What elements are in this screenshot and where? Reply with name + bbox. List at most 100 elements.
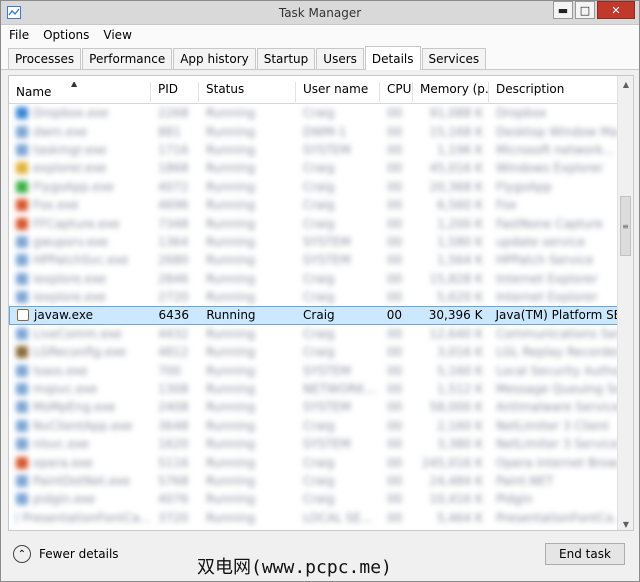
table-row[interactable]: iexplore.exe 2846 Running Craig 00 15,828 K In… bbox=[9, 270, 619, 288]
cell-pid: 2720 bbox=[151, 290, 199, 304]
table-row[interactable]: Fox.exe 4696 Running Craig 00 6,560 K Fox bbox=[9, 196, 619, 214]
tab-users[interactable]: Users bbox=[316, 48, 364, 69]
cell-text: 5,620 K bbox=[436, 290, 483, 305]
table-row[interactable]: FlygoApp.exe 4072 Running Craig 00 20,368 K Fl… bbox=[9, 178, 619, 196]
scroll-thumb[interactable]: ≡ bbox=[620, 196, 631, 256]
column-name[interactable]: Name ▲ bbox=[9, 82, 151, 102]
column-pid[interactable]: PID bbox=[151, 82, 199, 102]
table-row[interactable]: dwm.exe 881 Running DWM-1 00 15,168 K Desktop … bbox=[9, 122, 619, 140]
cell-text: SYSTEM bbox=[303, 142, 351, 157]
table-row[interactable]: nlsvc.exe 1620 Running SYSTEM 00 3,380 K NetLi… bbox=[9, 435, 619, 453]
cell-mem: 2,160 K bbox=[413, 419, 489, 433]
table-row[interactable]: taskmgr.exe 1716 Running SYSTEM 00 1,196 K Mic… bbox=[9, 141, 619, 159]
cell-text: explorer.exe bbox=[33, 161, 107, 176]
tab-details[interactable]: Details bbox=[364, 46, 421, 70]
table-row[interactable]: NvClientApp.exe 3648 Running Craig 00 2,160 K… bbox=[9, 417, 619, 435]
table-row[interactable]: HPPatchSvc.exe 2680 Running SYSTEM 00 1,564 K… bbox=[9, 251, 619, 269]
cell-user: Craig bbox=[296, 272, 380, 286]
cell-user: SYSTEM bbox=[296, 400, 380, 414]
table-row[interactable]: lsass.exe 700 Running SYSTEM 00 5,160 K Local … bbox=[9, 361, 619, 379]
end-task-button[interactable]: End task bbox=[545, 543, 625, 565]
cell-text: 00 bbox=[387, 345, 403, 360]
cell-text: 00 bbox=[386, 308, 403, 323]
table-row[interactable]: LiveComm.exe 4432 Running Craig 00 12,640 K Co… bbox=[9, 325, 619, 343]
cell-pid: 3720 bbox=[151, 511, 199, 525]
cell-pid: 6436 bbox=[152, 308, 200, 322]
process-icon bbox=[16, 364, 28, 377]
tab-performance[interactable]: Performance bbox=[82, 48, 173, 69]
cell-text: Craig bbox=[303, 308, 335, 323]
cell-cpu: 00 bbox=[380, 217, 413, 231]
scroll-up-arrow-icon[interactable]: ▲ bbox=[618, 76, 633, 92]
cell-text: Running bbox=[206, 234, 256, 249]
cell-text: 58,000 K bbox=[429, 400, 483, 415]
cell-desc: Communications Ser... bbox=[489, 327, 619, 341]
minimize-button[interactable]: ▬ bbox=[553, 1, 573, 19]
close-button[interactable]: ✕ bbox=[597, 1, 635, 19]
maximize-button[interactable]: □ bbox=[575, 1, 595, 19]
column-user-name[interactable]: User name bbox=[296, 82, 380, 102]
cell-text: Running bbox=[206, 400, 256, 415]
cell-status: Running bbox=[199, 198, 296, 212]
cell-pid: 4432 bbox=[151, 327, 199, 341]
process-icon bbox=[16, 254, 28, 267]
table-row[interactable]: MsMpEng.exe 2408 Running SYSTEM 00 58,000 K An… bbox=[9, 398, 619, 416]
table-row[interactable]: pidgin.exe 4076 Running Craig 00 10,416 K Pidg… bbox=[9, 490, 619, 508]
cell-text: NETWORK... bbox=[303, 382, 376, 397]
column-memory[interactable]: Memory (p... bbox=[413, 82, 489, 102]
cell-text: SYSTEM bbox=[303, 400, 351, 415]
cell-text: 12,640 K bbox=[429, 326, 483, 341]
cell-status: Running bbox=[199, 327, 296, 341]
fewer-details-link[interactable]: ⌃ Fewer details bbox=[13, 545, 119, 563]
tab-app-history[interactable]: App history bbox=[173, 48, 256, 69]
cell-desc: HPPatch Service bbox=[489, 253, 619, 267]
column-description[interactable]: Description bbox=[489, 82, 619, 102]
cell-text: opera.exe bbox=[33, 455, 93, 470]
table-row[interactable]: explorer.exe 1868 Running Craig 00 45,016 K Wi… bbox=[9, 159, 619, 177]
column-cpu[interactable]: CPU bbox=[380, 82, 413, 102]
table-row[interactable]: gwupsrv.exe 1364 Running SYSTEM 00 1,580 K upd… bbox=[9, 233, 619, 251]
process-icon bbox=[16, 107, 28, 120]
table-row[interactable]: PresentationFontCa... 3720 Running LOCAL SE… bbox=[9, 509, 619, 527]
cell-pid: 4072 bbox=[151, 180, 199, 194]
table-row[interactable]: iexplore.exe 2720 Running Craig 00 5,620 K Int… bbox=[9, 288, 619, 306]
cell-mem: 12,640 K bbox=[413, 327, 489, 341]
table-row[interactable]: FFCapture.exe 7348 Running Craig 00 1,200 K Fa… bbox=[9, 214, 619, 232]
cell-status: Running bbox=[199, 125, 296, 139]
cell-desc: NetLimiter 3 Client bbox=[489, 419, 619, 433]
table-row[interactable]: mqsvc.exe 1308 Running NETWORK... 00 1,512 K M… bbox=[9, 380, 619, 398]
cell-text: Running bbox=[206, 308, 256, 323]
table-row[interactable]: LGReconfig.exe 4812 Running Craig 00 3,016 K L… bbox=[9, 343, 619, 361]
cell-text: dwm.exe bbox=[33, 124, 88, 139]
cell-mem: 1,512 K bbox=[413, 382, 489, 396]
cell-status: Running bbox=[199, 345, 296, 359]
cell-name: PresentationFontCa... bbox=[9, 511, 151, 525]
cell-user: Craig bbox=[296, 308, 380, 322]
cell-status: Running bbox=[199, 180, 296, 194]
scroll-down-arrow-icon[interactable]: ▼ bbox=[618, 516, 633, 530]
cell-text: Opera Internet Browser bbox=[496, 455, 619, 470]
table-row-selected[interactable]: javaw.exe 6436 Running Craig 00 30,396 K Java(… bbox=[9, 306, 619, 325]
cell-status: Running bbox=[199, 364, 296, 378]
cell-name: taskmgr.exe bbox=[9, 143, 151, 157]
cell-text: HPPatchSvc.exe bbox=[33, 253, 129, 268]
cell-text: pidgin.exe bbox=[33, 492, 96, 507]
cell-text: FlygoApp.exe bbox=[33, 179, 114, 194]
menu-view[interactable]: View bbox=[103, 28, 131, 42]
cell-status: Running bbox=[199, 492, 296, 506]
cell-text: 00 bbox=[387, 437, 403, 452]
menu-file[interactable]: File bbox=[9, 28, 29, 42]
cell-text: 1620 bbox=[158, 437, 189, 452]
menu-options[interactable]: Options bbox=[43, 28, 89, 42]
tab-services[interactable]: Services bbox=[421, 48, 487, 69]
cell-text: Running bbox=[206, 198, 256, 213]
vertical-scrollbar[interactable]: ▲ ≡ ▼ bbox=[617, 76, 633, 530]
table-row[interactable]: PaintDotNet.exe 5768 Running Craig 00 24,484 … bbox=[9, 472, 619, 490]
cell-name: FFCapture.exe bbox=[9, 217, 151, 231]
tab-startup[interactable]: Startup bbox=[256, 48, 316, 69]
tab-processes[interactable]: Processes bbox=[8, 48, 82, 69]
column-status[interactable]: Status bbox=[199, 82, 296, 102]
cell-mem: 1,580 K bbox=[413, 235, 489, 249]
table-row[interactable]: Dropbox.exe 2268 Running Craig 00 91,088 K Dro… bbox=[9, 104, 619, 122]
table-row[interactable]: opera.exe 5116 Running Craig 00 245,016 K Oper… bbox=[9, 453, 619, 471]
